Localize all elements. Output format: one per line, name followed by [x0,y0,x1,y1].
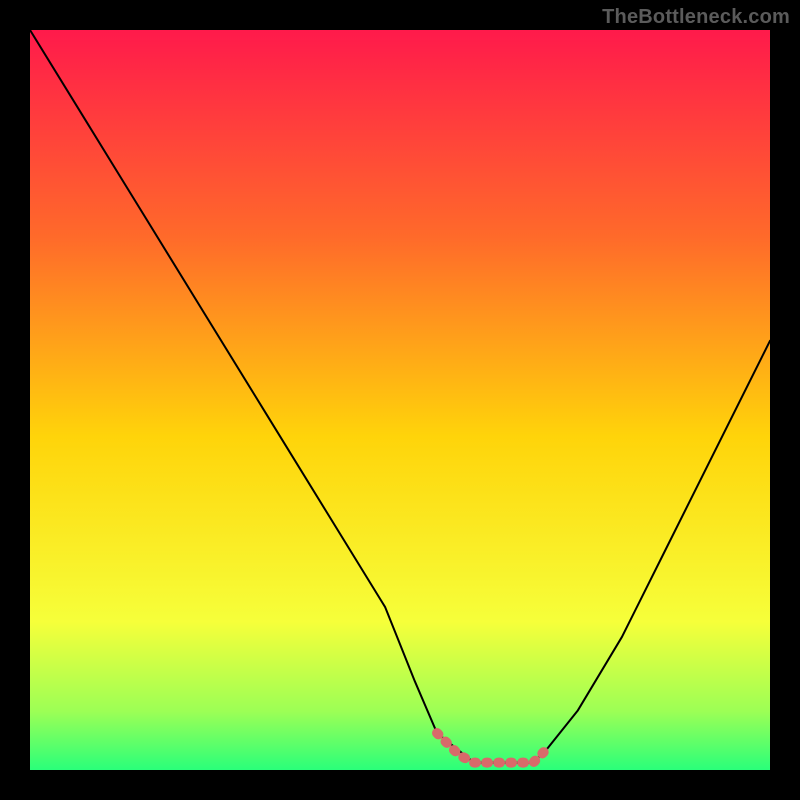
chart-container: TheBottleneck.com [0,0,800,800]
chart-overlay [30,30,770,770]
watermark-text: TheBottleneck.com [602,6,790,29]
highlight-segment [437,733,548,763]
bottleneck-curve [30,30,770,763]
